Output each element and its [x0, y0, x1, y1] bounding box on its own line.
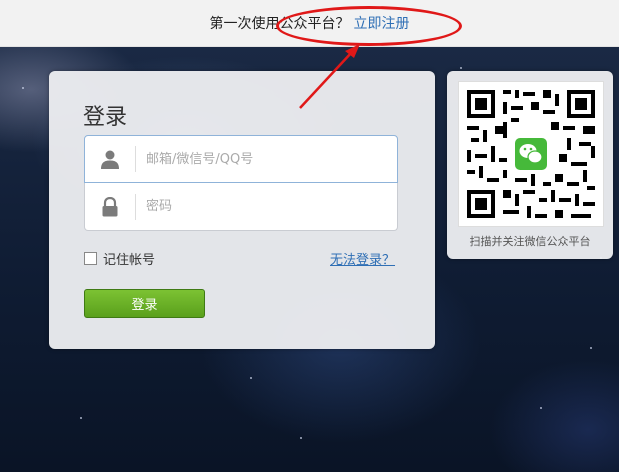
- annotation-arrow: [299, 44, 360, 109]
